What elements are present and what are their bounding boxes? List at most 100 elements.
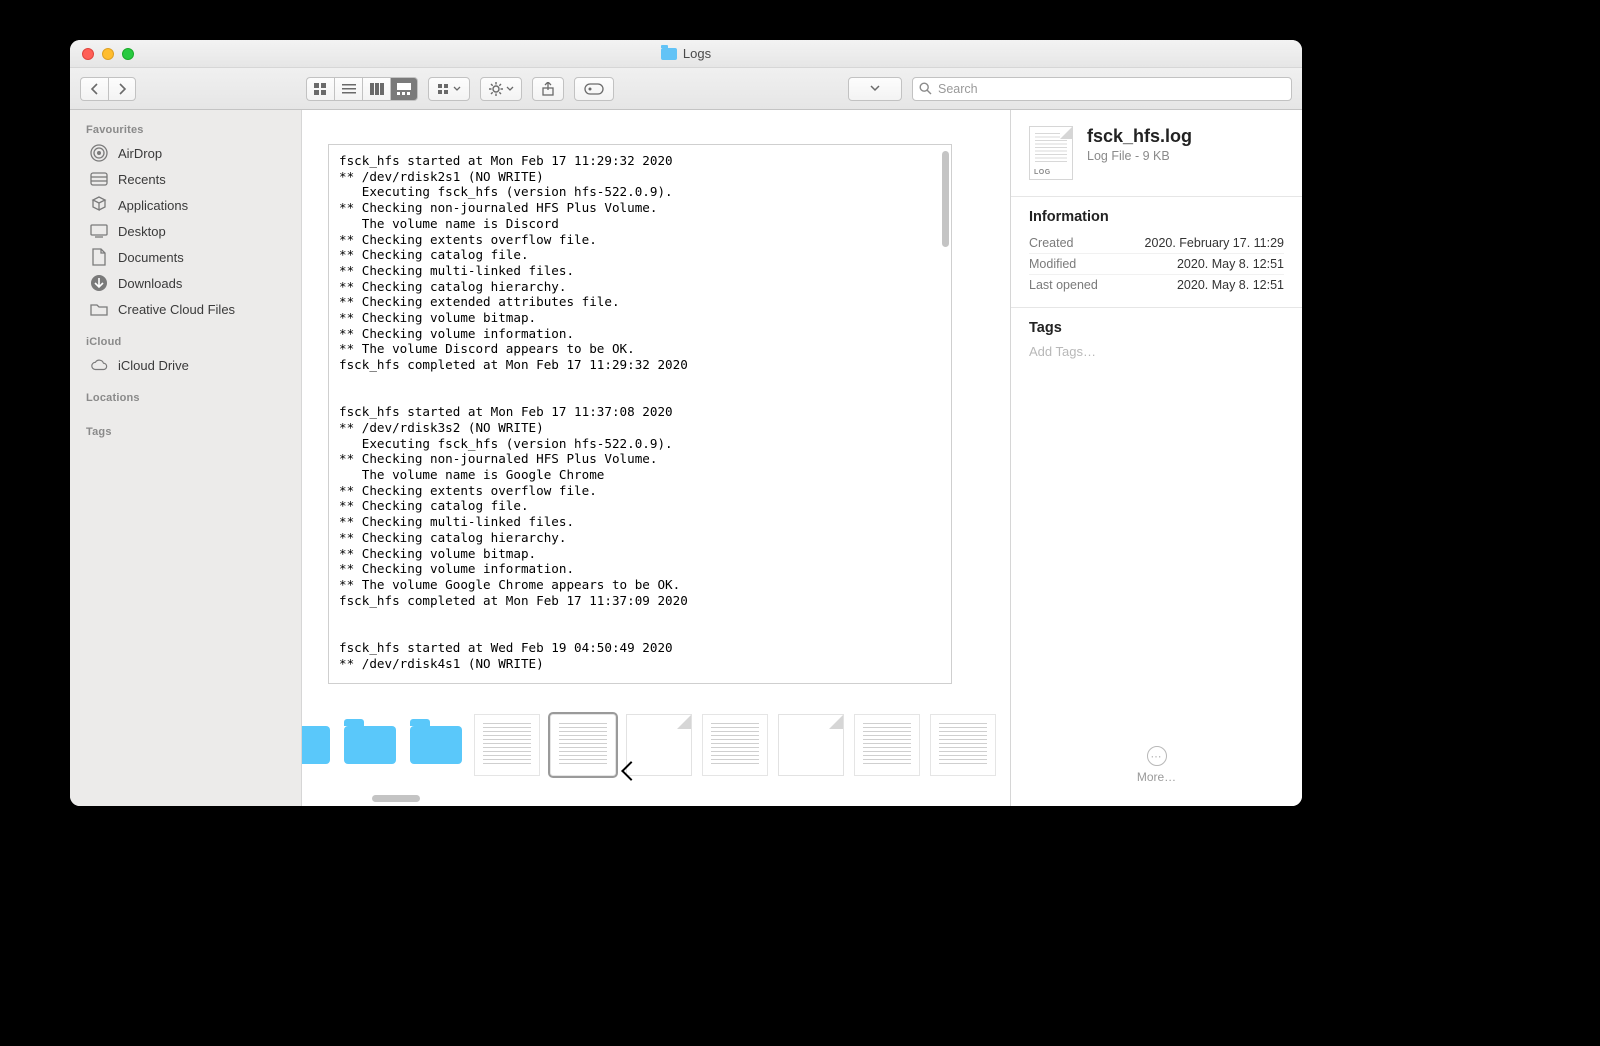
airdrop-icon <box>90 144 108 162</box>
recents-icon <box>90 170 108 188</box>
sidebar-item-label: Creative Cloud Files <box>118 302 235 317</box>
action-button[interactable] <box>480 77 522 101</box>
sidebar-item-desktop[interactable]: Desktop <box>70 218 301 244</box>
sidebar-item-label: AirDrop <box>118 146 162 161</box>
info-value: 2020. February 17. 11:29 <box>1145 236 1284 250</box>
info-row-created: Created 2020. February 17. 11:29 <box>1029 233 1284 254</box>
column-view-button[interactable] <box>362 77 390 101</box>
more-label[interactable]: More… <box>1011 770 1302 784</box>
minimize-button[interactable] <box>102 48 114 60</box>
thumbnail-file[interactable] <box>702 714 768 776</box>
sidebar-header-icloud: iCloud <box>70 332 301 352</box>
list-view-button[interactable] <box>334 77 362 101</box>
horizontal-scrollbar[interactable] <box>302 790 1010 806</box>
window-title-text: Logs <box>683 46 711 61</box>
thumbnail-file[interactable] <box>474 714 540 776</box>
list-icon <box>342 83 356 95</box>
window-title: Logs <box>70 46 1302 61</box>
more-icon[interactable]: ⋯ <box>1147 746 1167 766</box>
window-body: Favourites AirDrop Recents Applications … <box>70 110 1302 806</box>
search-input[interactable] <box>938 82 1285 96</box>
search-field[interactable] <box>912 77 1292 101</box>
share-icon <box>542 82 554 96</box>
titlebar: Logs <box>70 40 1302 68</box>
tags-button[interactable] <box>574 77 614 101</box>
info-label: Last opened <box>1029 278 1098 292</box>
view-mode-buttons <box>306 77 418 101</box>
file-name: fsck_hfs.log <box>1087 126 1192 147</box>
scrollbar-thumb[interactable] <box>372 795 420 802</box>
sidebar-header-locations: Locations <box>70 388 301 408</box>
info-value: 2020. May 8. 12:51 <box>1177 257 1284 271</box>
sidebar-item-icloud-drive[interactable]: iCloud Drive <box>70 352 301 378</box>
file-preview[interactable]: fsck_hfs started at Mon Feb 17 11:29:32 … <box>328 144 952 684</box>
documents-icon <box>90 248 108 266</box>
arrange-button[interactable] <box>428 77 470 101</box>
desktop-icon <box>90 222 108 240</box>
gallery-icon <box>397 83 411 95</box>
sidebar-item-label: iCloud Drive <box>118 358 189 373</box>
sidebar-item-label: Recents <box>118 172 166 187</box>
forward-button[interactable] <box>108 77 136 101</box>
grid-small-icon <box>438 84 450 94</box>
chevron-down-icon <box>870 85 880 92</box>
content-area: fsck_hfs started at Mon Feb 17 11:29:32 … <box>302 110 1010 806</box>
info-label: Modified <box>1029 257 1076 271</box>
log-file-icon: LOG <box>1029 126 1073 180</box>
reveal-dropdown[interactable] <box>848 77 902 101</box>
sidebar-item-applications[interactable]: Applications <box>70 192 301 218</box>
thumbnail-strip <box>302 700 1010 790</box>
columns-icon <box>370 83 384 95</box>
sidebar-item-documents[interactable]: Documents <box>70 244 301 270</box>
folder-icon <box>90 300 108 318</box>
chevron-down-icon <box>453 86 461 92</box>
icon-view-button[interactable] <box>306 77 334 101</box>
tags-section: Tags Add Tags… <box>1011 307 1302 371</box>
close-button[interactable] <box>82 48 94 60</box>
file-icon-tag: LOG <box>1034 169 1051 176</box>
gallery-view-button[interactable] <box>390 77 418 101</box>
sidebar-item-label: Downloads <box>118 276 182 291</box>
sidebar-item-airdrop[interactable]: AirDrop <box>70 140 301 166</box>
info-label: Created <box>1029 236 1073 250</box>
applications-icon <box>90 196 108 214</box>
thumbnail-file-selected[interactable] <box>550 714 616 776</box>
sidebar-item-label: Documents <box>118 250 184 265</box>
window-controls <box>82 48 134 60</box>
sidebar-item-label: Desktop <box>118 224 166 239</box>
chevron-down-icon <box>506 86 514 92</box>
sidebar-header-tags: Tags <box>70 422 301 442</box>
tags-header: Tags <box>1029 320 1284 336</box>
thumbnail-folder[interactable] <box>342 714 398 776</box>
inspector-footer: ⋯ More… <box>1011 730 1302 806</box>
folder-icon <box>661 48 677 60</box>
sidebar: Favourites AirDrop Recents Applications … <box>70 110 302 806</box>
thumbnail-file[interactable] <box>854 714 920 776</box>
back-button[interactable] <box>80 77 108 101</box>
preview-area: fsck_hfs started at Mon Feb 17 11:29:32 … <box>302 110 1010 700</box>
sidebar-item-recents[interactable]: Recents <box>70 166 301 192</box>
sidebar-item-downloads[interactable]: Downloads <box>70 270 301 296</box>
thumbnail-file[interactable] <box>626 714 692 776</box>
scrollbar-thumb[interactable] <box>942 151 949 247</box>
information-header: Information <box>1029 209 1284 225</box>
thumbnail-folder[interactable] <box>302 714 332 776</box>
tag-icon <box>584 83 604 95</box>
inspector-panel: LOG fsck_hfs.log Log File - 9 KB Informa… <box>1010 110 1302 806</box>
cloud-icon <box>90 356 108 374</box>
downloads-icon <box>90 274 108 292</box>
thumbnail-file[interactable] <box>778 714 844 776</box>
grid-icon <box>314 83 328 95</box>
thumbnail-folder[interactable] <box>408 714 464 776</box>
gear-icon <box>489 82 503 96</box>
share-button[interactable] <box>532 77 564 101</box>
chevron-right-icon <box>117 83 127 95</box>
thumbnail-file[interactable] <box>930 714 996 776</box>
chevron-left-icon <box>90 83 100 95</box>
info-row-modified: Modified 2020. May 8. 12:51 <box>1029 254 1284 275</box>
zoom-button[interactable] <box>122 48 134 60</box>
sidebar-header-favourites: Favourites <box>70 120 301 140</box>
sidebar-item-creative-cloud[interactable]: Creative Cloud Files <box>70 296 301 322</box>
nav-buttons <box>80 77 136 101</box>
add-tags-field[interactable]: Add Tags… <box>1029 344 1284 359</box>
